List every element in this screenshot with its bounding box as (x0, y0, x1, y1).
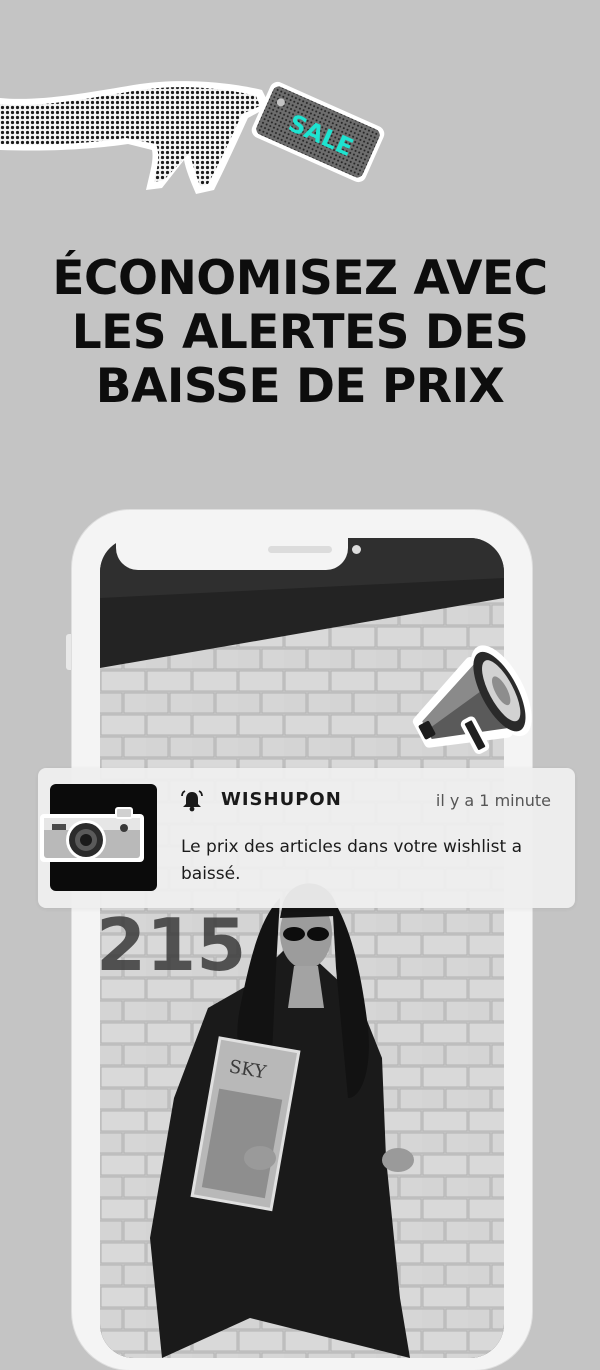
camera-icon (40, 807, 144, 862)
hand-holding-sale-tag-illustration: SALE (0, 81, 385, 194)
headline-line-3: BAISSE DE PRIX (95, 359, 505, 414)
notification-message: Le prix des articles dans votre wishlist… (181, 837, 522, 884)
headline-line-2: LES ALERTES DES (71, 305, 529, 360)
phone-notch (116, 538, 348, 570)
push-notification[interactable]: WISHUPON il y a 1 minute Le prix des art… (38, 768, 575, 908)
headline-line-1: ÉCONOMISEZ AVEC (52, 251, 548, 306)
phone-front-camera (352, 545, 361, 554)
app-icon (40, 784, 157, 891)
notification-app-name: WISHUPON (221, 789, 342, 810)
megaphone-icon (412, 645, 532, 754)
notification-timestamp: il y a 1 minute (435, 791, 551, 810)
page-headline: ÉCONOMISEZ AVEC LES ALERTES DES BAISSE D… (0, 252, 600, 414)
wall-number: 215 (100, 903, 246, 987)
bell-icon (181, 790, 203, 812)
phone-speaker (268, 546, 332, 553)
